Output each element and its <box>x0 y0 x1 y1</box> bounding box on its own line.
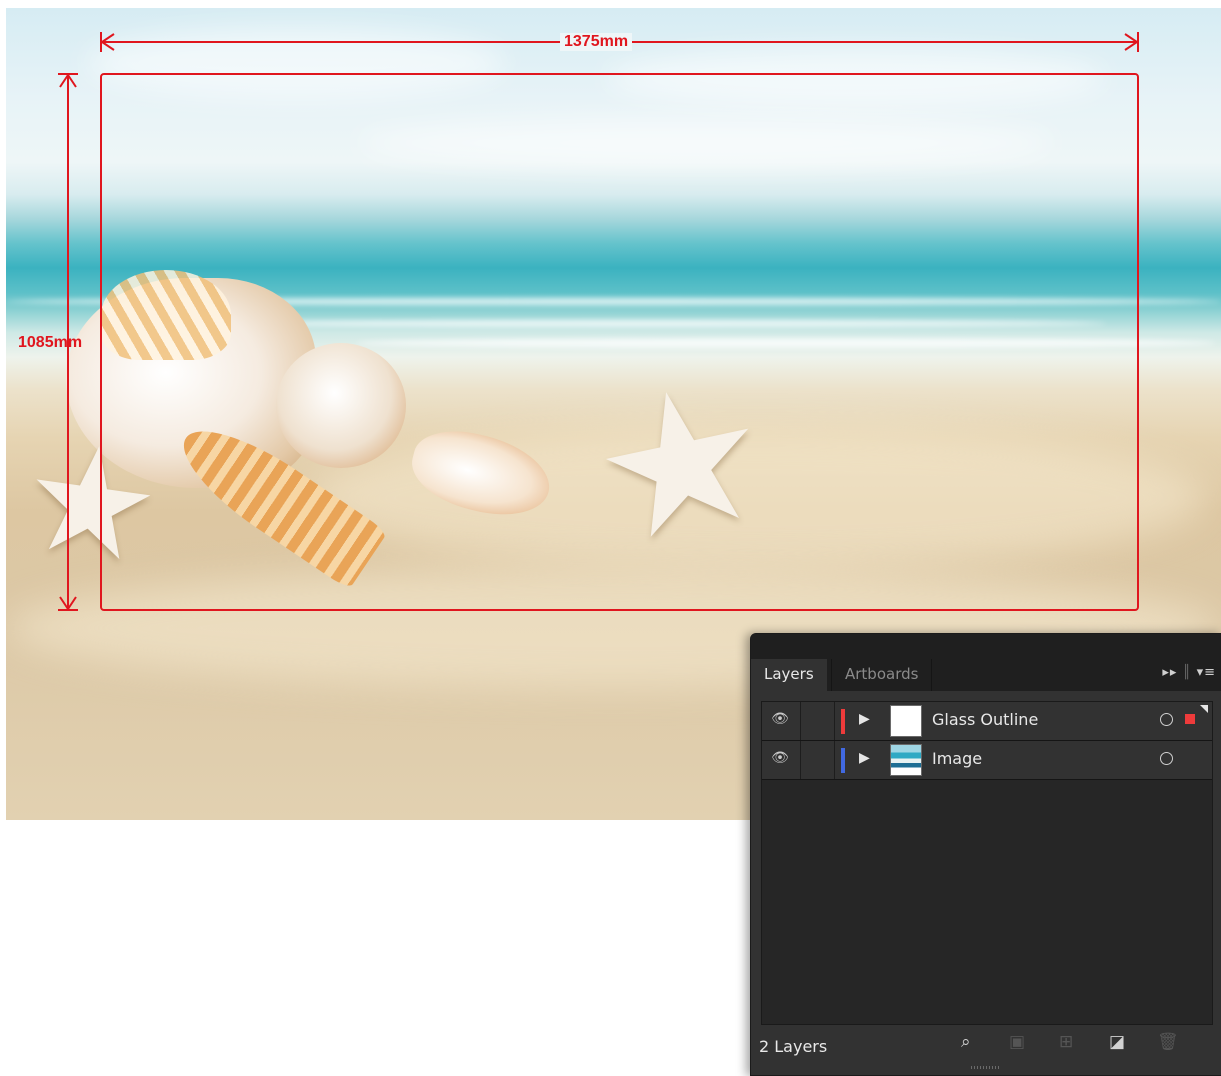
layer-thumbnail <box>890 705 922 737</box>
layer-row-image[interactable]: 👁 ▶ Image <box>762 741 1212 780</box>
panel-tabs: Layers Artboards ▸▸ ║ ▾≡ <box>751 659 1221 691</box>
selected-art-indicator[interactable] <box>1185 714 1195 724</box>
trash-icon[interactable]: 🗑 <box>1157 1032 1179 1052</box>
clipping-mask-icon[interactable]: ▣ <box>1009 1032 1025 1052</box>
visibility-eye-icon[interactable]: 👁 <box>767 711 793 731</box>
width-label: 1375mm <box>560 33 633 51</box>
divider <box>800 702 801 740</box>
new-layer-icon[interactable]: ◪ <box>1109 1032 1125 1052</box>
layer-list: 👁 ▶ Glass Outline 👁 ▶ Image <box>761 701 1213 1025</box>
layer-row-glass-outline[interactable]: 👁 ▶ Glass Outline <box>762 702 1212 741</box>
tab-artboards[interactable]: Artboards <box>831 659 933 691</box>
layers-panel: Layers Artboards ▸▸ ║ ▾≡ 👁 ▶ Glass Outli… <box>750 633 1221 1076</box>
current-layer-corner-icon <box>1200 705 1208 713</box>
visibility-eye-icon[interactable]: 👁 <box>767 750 793 770</box>
target-circle-icon[interactable] <box>1160 752 1173 765</box>
sublayer-icon[interactable]: ⊞ <box>1059 1032 1073 1052</box>
expand-arrow-icon[interactable]: ▶ <box>859 750 870 766</box>
double-arrow-icon[interactable]: ▸▸ <box>1162 665 1177 680</box>
search-icon[interactable]: ⌕ <box>961 1032 971 1052</box>
tab-layers[interactable]: Layers <box>751 659 827 691</box>
divider <box>834 741 835 779</box>
divider: ║ <box>1182 665 1192 680</box>
layer-count: 2 Layers <box>759 1037 828 1056</box>
layer-color-bar <box>841 748 845 773</box>
layer-color-bar <box>841 709 845 734</box>
layer-name[interactable]: Image <box>932 749 982 768</box>
target-circle-icon[interactable] <box>1160 713 1173 726</box>
resize-grip[interactable] <box>971 1066 1001 1069</box>
divider <box>800 741 801 779</box>
panel-menu-icon[interactable]: ▾≡ <box>1197 665 1216 680</box>
layer-thumbnail <box>890 744 922 776</box>
glass-outline-rect <box>100 73 1139 611</box>
divider <box>834 702 835 740</box>
height-label: 1085mm <box>18 334 83 351</box>
panel-header-controls: ▸▸ ║ ▾≡ <box>1162 665 1216 680</box>
expand-arrow-icon[interactable]: ▶ <box>859 711 870 727</box>
panel-title-bar[interactable] <box>751 634 1221 659</box>
layer-name[interactable]: Glass Outline <box>932 710 1038 729</box>
